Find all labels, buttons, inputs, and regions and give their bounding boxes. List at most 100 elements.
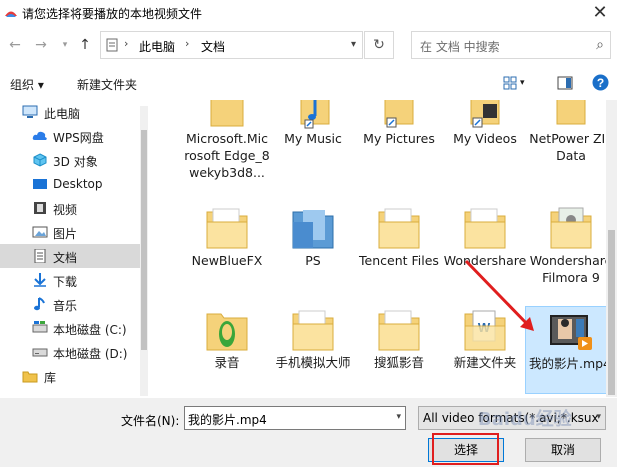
file-list-scroll-thumb[interactable] (608, 230, 615, 395)
document-icon (34, 249, 46, 263)
watermark: Baidu经验 (478, 409, 572, 430)
sidebar-item-desktop[interactable]: Desktop (0, 172, 148, 196)
shortcut-folder-icon (470, 100, 500, 128)
navigation-pane: 此电脑 WPS网盘 3D 对象 Desktop 视频 图片 文档 下载 音乐 本… (0, 100, 150, 398)
annotation-arrow (464, 259, 534, 331)
refresh-button[interactable]: ↻ (364, 31, 394, 59)
breadcrumb-separator-icon: › (124, 37, 129, 50)
filename-input[interactable]: 我的影片.mp4 ▾ (184, 406, 406, 430)
sidebar-item-label: 库 (44, 371, 57, 385)
list-item[interactable]: Microsoft.Microsoft Edge_8wekyb3d8... (184, 100, 270, 200)
file-name: 手机模拟大师 (275, 355, 351, 370)
sidebar-item-drive-c[interactable]: 本地磁盘 (C:) (0, 316, 148, 340)
toolbar: 组织 ▾ 新建文件夹 ▾ ? (0, 68, 617, 98)
music-icon (34, 297, 45, 311)
sidebar-item-label: 文档 (53, 251, 78, 265)
list-item[interactable]: 手机模拟大师 (270, 308, 356, 392)
chevron-down-icon[interactable]: ▾ (596, 412, 601, 422)
sidebar-scrollbar[interactable] (140, 106, 148, 396)
drive-icon (32, 348, 48, 357)
list-item[interactable]: 搜狐影音 (356, 308, 442, 378)
sidebar-item-label: 图片 (53, 227, 78, 241)
sidebar-item-label: Desktop (53, 177, 103, 191)
folder-icon (206, 208, 248, 249)
sidebar-item-documents[interactable]: 文档 (0, 244, 148, 268)
list-item[interactable]: 录音 (184, 308, 270, 378)
close-icon[interactable]: ✕ (589, 2, 611, 24)
chevron-down-icon[interactable]: ▾ (520, 78, 525, 88)
file-name: NewBlueFX (191, 253, 263, 268)
breadcrumb-separator-icon: › (185, 37, 190, 50)
sidebar-item-wps-cloud[interactable]: WPS网盘 (0, 124, 148, 148)
sidebar-item-drive-d[interactable]: 本地磁盘 (D:) (0, 340, 148, 364)
folder-icon (464, 208, 506, 249)
search-icon: ⌕ (596, 37, 604, 53)
file-name: My Videos (453, 131, 517, 146)
shortcut-folder-icon (384, 100, 414, 128)
music-folder-icon (300, 100, 330, 129)
sidebar-item-label: 本地磁盘 (C:) (53, 323, 127, 337)
list-item[interactable]: My Pictures (356, 100, 442, 170)
organize-button[interactable]: 组织 ▾ (10, 76, 44, 93)
filename-value: 我的影片.mp4 (188, 413, 267, 427)
sidebar-item-library[interactable]: 库 (0, 364, 148, 388)
sidebar-item-pictures[interactable]: 图片 (0, 220, 148, 244)
sidebar-item-3d-objects[interactable]: 3D 对象 (0, 148, 148, 172)
file-name: Tencent Files (359, 253, 439, 268)
refresh-icon: ↻ (373, 37, 385, 53)
folder-icon (550, 207, 592, 249)
address-row: ← → ▾ ↑ › 此电脑 › 文档 ▾ ↻ 在 文档 中搜索 ⌕ (0, 30, 617, 62)
search-input[interactable]: 在 文档 中搜索 ⌕ (411, 31, 611, 59)
address-bar[interactable]: › 此电脑 › 文档 ▾ (100, 31, 363, 59)
help-icon[interactable]: ? (592, 74, 609, 91)
folder-icon (210, 100, 244, 127)
sidebar-item-label: 本地磁盘 (D:) (53, 347, 128, 361)
sidebar-item-downloads[interactable]: 下载 (0, 268, 148, 292)
sidebar-item-label: 3D 对象 (53, 155, 98, 169)
folder-icon (378, 208, 420, 249)
sidebar-item-label: 音乐 (53, 299, 78, 313)
view-options-icon[interactable] (503, 76, 517, 90)
breadcrumb-this-pc[interactable]: 此电脑 (139, 38, 175, 55)
list-item[interactable]: My Music (270, 100, 356, 160)
cancel-button[interactable]: 取消 (525, 438, 601, 462)
file-name: My Pictures (363, 131, 435, 146)
preview-pane-icon[interactable] (557, 76, 573, 90)
sidebar-item-label: 下载 (53, 275, 78, 289)
filename-label: 文件名(N): (121, 414, 180, 428)
new-folder-button[interactable]: 新建文件夹 (77, 76, 137, 93)
search-placeholder: 在 文档 中搜索 (420, 40, 500, 54)
cloud-icon (32, 131, 47, 140)
file-list-scrollbar[interactable] (606, 100, 617, 397)
list-item[interactable]: My Videos (442, 100, 528, 170)
up-arrow-icon[interactable]: ↑ (76, 36, 94, 54)
sidebar-item-music[interactable]: 音乐 (0, 292, 148, 316)
file-list: Microsoft.Microsoft Edge_8wekyb3d8... My… (151, 100, 607, 397)
sidebar-item-label: 此电脑 (44, 107, 81, 121)
ps-folder-icon (292, 210, 334, 249)
file-name: My Music (284, 131, 342, 146)
chevron-down-icon[interactable]: ▾ (396, 412, 401, 422)
sidebar-scroll-thumb[interactable] (141, 130, 147, 350)
list-item[interactable]: PS (270, 206, 356, 276)
list-item[interactable]: NetPower ZIPData (528, 100, 607, 170)
svg-text:?: ? (597, 76, 604, 90)
app-icon (5, 11, 17, 17)
back-arrow-icon[interactable]: ← (6, 36, 24, 54)
recording-folder-icon (206, 313, 248, 351)
chevron-down-icon[interactable]: ▾ (351, 39, 356, 50)
folder-icon (292, 310, 334, 351)
list-item[interactable]: NewBlueFX (184, 206, 270, 298)
download-icon (34, 273, 46, 287)
chevron-down-icon[interactable]: ▾ (56, 36, 74, 54)
sidebar-item-videos[interactable]: 视频 (0, 196, 148, 220)
breadcrumb-documents[interactable]: 文档 (201, 38, 225, 55)
list-item[interactable]: Tencent Files (356, 206, 442, 286)
video-file-icon (550, 315, 592, 350)
cube-icon (33, 153, 47, 167)
desktop-icon (33, 179, 47, 189)
drive-icon (32, 321, 48, 333)
file-name: NetPower ZIPData (529, 131, 607, 163)
sidebar-item-this-pc[interactable]: 此电脑 (0, 100, 148, 124)
forward-arrow-icon[interactable]: → (32, 36, 50, 54)
